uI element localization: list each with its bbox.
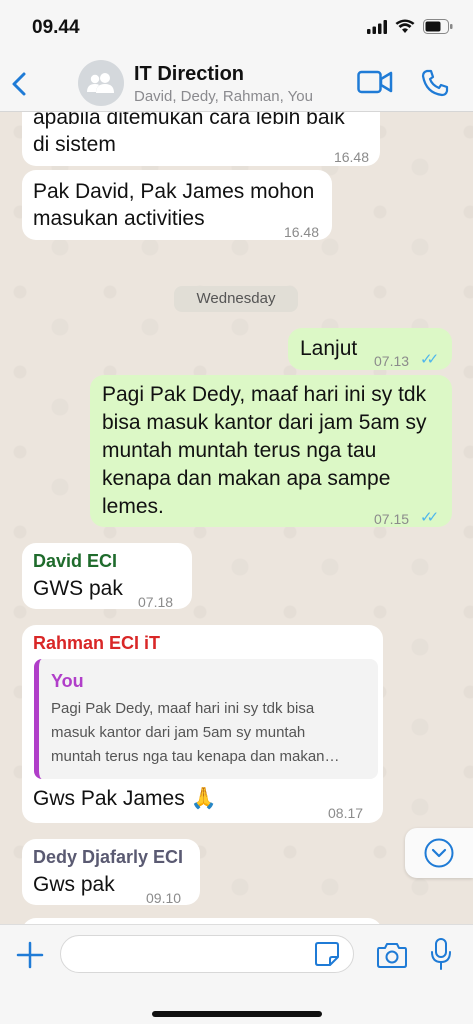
group-people-icon (87, 73, 114, 93)
message-text: Pagi Pak Dedy, maaf hari ini sy tdk (102, 383, 427, 406)
message-input[interactable] (60, 935, 354, 973)
message-text: Lanjut (300, 337, 358, 360)
message-time: 07.15 (374, 511, 410, 527)
status-icons (367, 19, 453, 34)
message-time: 09.10 (146, 890, 182, 906)
wifi-icon (395, 19, 415, 33)
group-avatar[interactable] (78, 60, 124, 106)
chat-messages-area[interactable]: apabila ditemukan cara lebih baik di sis… (0, 112, 473, 924)
message-composer (0, 924, 473, 1024)
message-bubble-incoming[interactable]: apabila ditemukan cara lebih baik di sis… (22, 112, 380, 166)
message-text: masukan activities (33, 207, 205, 230)
quoted-message[interactable]: You Pagi Pak Dedy, maaf hari ini sy tdk … (34, 659, 378, 779)
message-text: apabila ditemukan cara lebih baik (33, 112, 345, 129)
day-separator: Wednesday (174, 286, 298, 312)
chat-header: IT Direction David, Dedy, Rahman, You (0, 56, 473, 112)
message-text: di sistem (33, 133, 116, 156)
scroll-to-bottom-button[interactable] (405, 828, 473, 878)
chat-participants[interactable]: David, Dedy, Rahman, You (134, 88, 313, 105)
quoted-sender: You (51, 671, 84, 691)
chat-title[interactable]: IT Direction (134, 63, 244, 86)
message-text: muntah muntah terus nga tau (102, 439, 377, 462)
message-bubble-incoming[interactable]: David ECI GWS pak 07.18 (22, 543, 192, 610)
message-text: Gws Pak James 🙏 (33, 787, 217, 810)
message-text: Pak David, Pak James mohon (33, 180, 315, 203)
camera-icon[interactable] (376, 941, 408, 969)
read-receipt-icon: ✓✓ (420, 509, 439, 526)
quoted-text: muntah terus nga tau kenapa dan makan… (51, 748, 340, 765)
quoted-text: masuk kantor dari jam 5am sy muntah (51, 724, 306, 741)
chevron-down-circle-icon (424, 838, 454, 868)
chevron-left-icon[interactable] (8, 68, 32, 100)
message-bubble-outgoing[interactable]: Pagi Pak Dedy, maaf hari ini sy tdk bisa… (90, 375, 452, 527)
message-time: 07.13 (374, 353, 410, 369)
home-indicator (152, 1011, 322, 1017)
sender-name[interactable]: David ECI (33, 549, 117, 573)
video-call-icon[interactable] (357, 68, 393, 96)
message-text: lemes. (102, 495, 164, 518)
sender-name[interactable]: Dedy Djafarly ECI (33, 845, 183, 869)
microphone-icon[interactable] (430, 937, 452, 971)
status-bar: 09.44 (0, 0, 473, 56)
phone-icon[interactable] (420, 68, 450, 98)
message-bubble-incoming[interactable]: Dedy Djafarly ECI Gws pak 09.10 (22, 839, 200, 906)
plus-icon[interactable] (14, 939, 46, 971)
sticker-icon[interactable] (314, 941, 340, 967)
message-bubble-outgoing[interactable]: Lanjut 07.13 ✓✓ (288, 328, 452, 370)
message-text: kenapa dan makan apa sampe (102, 467, 391, 490)
cellular-signal-icon (367, 19, 387, 34)
read-receipt-icon: ✓✓ (420, 351, 439, 368)
status-time: 09.44 (32, 17, 80, 38)
sender-name[interactable]: Rahman ECI iT (33, 631, 160, 655)
quoted-text: Pagi Pak Dedy, maaf hari ini sy tdk bisa (51, 700, 315, 717)
message-time: 16.48 (333, 149, 369, 165)
message-text: GWS pak (33, 577, 123, 600)
message-bubble-incoming[interactable]: Rahman ECI iT You Pagi Pak Dedy, maaf ha… (22, 625, 383, 823)
message-text: Gws pak (33, 873, 115, 896)
message-time: 07.18 (138, 594, 174, 610)
message-bubble-incoming[interactable]: Pak David, Pak James mohon masukan activ… (22, 170, 332, 240)
message-time: 08.17 (328, 805, 364, 821)
message-text: bisa masuk kantor dari jam 5am sy (102, 411, 427, 434)
battery-icon (423, 19, 453, 34)
message-time: 16.48 (283, 224, 319, 240)
